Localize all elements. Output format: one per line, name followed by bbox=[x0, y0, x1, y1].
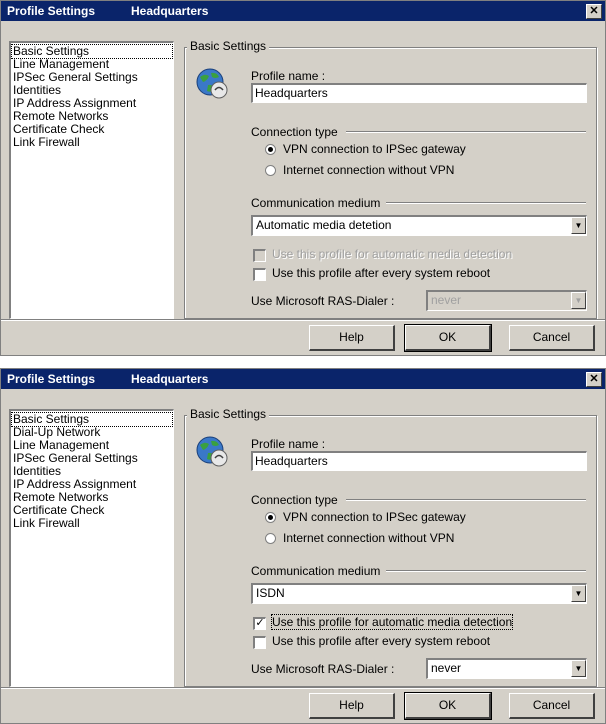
ras-dialer-select: never ▼ bbox=[426, 290, 587, 311]
connection-type-label: Connection type bbox=[251, 125, 338, 139]
ok-button[interactable]: OK bbox=[404, 692, 492, 720]
ras-dialer-value: never bbox=[431, 661, 462, 675]
profile-settings-dialog-2: Profile Settings Headquarters ✕ Basic Se… bbox=[0, 368, 606, 724]
ras-dialer-value: never bbox=[431, 293, 462, 307]
nav-item-link-firewall[interactable]: Link Firewall bbox=[12, 517, 172, 530]
profile-name-label: Profile name : bbox=[251, 69, 326, 83]
profile-name-input[interactable]: Headquarters bbox=[251, 451, 587, 471]
settings-nav-list[interactable]: Basic Settings Dial-Up Network Line Mana… bbox=[9, 409, 174, 687]
reboot-checkbox[interactable] bbox=[253, 636, 266, 649]
communication-medium-label: Communication medium bbox=[251, 564, 381, 578]
window-title: Profile Settings bbox=[7, 4, 96, 18]
nav-item-link-firewall[interactable]: Link Firewall bbox=[12, 136, 172, 149]
auto-media-label: Use this profile for automatic media det… bbox=[272, 247, 513, 261]
connection-type-divider bbox=[346, 131, 586, 133]
connection-type-divider bbox=[346, 499, 586, 501]
chevron-down-icon: ▼ bbox=[571, 292, 586, 309]
communication-medium-label: Communication medium bbox=[251, 196, 381, 210]
profile-name-input[interactable]: Headquarters bbox=[251, 83, 587, 103]
profile-settings-dialog-1: Profile Settings Headquarters ✕ Basic Se… bbox=[0, 0, 606, 356]
ras-dialer-select[interactable]: never ▼ bbox=[426, 658, 587, 679]
radio-internet[interactable] bbox=[265, 165, 276, 176]
reboot-label[interactable]: Use this profile after every system rebo… bbox=[272, 266, 490, 280]
profile-name-label: Profile name : bbox=[251, 437, 326, 451]
cancel-button[interactable]: Cancel bbox=[509, 693, 595, 719]
connection-type-label: Connection type bbox=[251, 493, 338, 507]
auto-media-checkbox bbox=[253, 249, 266, 262]
ras-dialer-label: Use Microsoft RAS-Dialer : bbox=[251, 662, 395, 676]
help-button[interactable]: Help bbox=[309, 693, 395, 719]
radio-vpn[interactable] bbox=[265, 512, 276, 523]
globe-network-icon bbox=[196, 68, 228, 99]
communication-medium-select[interactable]: ISDN ▼ bbox=[251, 583, 587, 604]
communication-medium-value: ISDN bbox=[256, 586, 285, 600]
cancel-button[interactable]: Cancel bbox=[509, 325, 595, 351]
radio-internet[interactable] bbox=[265, 533, 276, 544]
communication-medium-value: Automatic media detetion bbox=[256, 218, 392, 232]
button-bar-divider bbox=[1, 319, 605, 321]
close-button[interactable]: ✕ bbox=[586, 4, 602, 19]
reboot-label[interactable]: Use this profile after every system rebo… bbox=[272, 634, 490, 648]
radio-internet-label[interactable]: Internet connection without VPN bbox=[283, 163, 454, 177]
close-button[interactable]: ✕ bbox=[586, 372, 602, 387]
chevron-down-icon[interactable]: ▼ bbox=[571, 660, 586, 677]
panel-title: Basic Settings bbox=[187, 407, 270, 421]
help-button[interactable]: Help bbox=[309, 325, 395, 351]
radio-vpn[interactable] bbox=[265, 144, 276, 155]
radio-internet-label[interactable]: Internet connection without VPN bbox=[283, 531, 454, 545]
auto-media-label[interactable]: Use this profile for automatic media det… bbox=[270, 614, 514, 630]
title-bar: Profile Settings Headquarters ✕ bbox=[1, 1, 605, 21]
chevron-down-icon[interactable]: ▼ bbox=[571, 217, 586, 234]
chevron-down-icon[interactable]: ▼ bbox=[571, 585, 586, 602]
button-bar-divider bbox=[1, 687, 605, 689]
window-subtitle: Headquarters bbox=[131, 4, 209, 18]
title-bar: Profile Settings Headquarters ✕ bbox=[1, 369, 605, 389]
communication-medium-divider bbox=[386, 570, 586, 572]
window-subtitle: Headquarters bbox=[131, 372, 209, 386]
globe-network-icon bbox=[196, 436, 228, 467]
communication-medium-select[interactable]: Automatic media detetion ▼ bbox=[251, 215, 587, 236]
communication-medium-divider bbox=[386, 202, 586, 204]
reboot-checkbox[interactable] bbox=[253, 268, 266, 281]
radio-vpn-label[interactable]: VPN connection to IPSec gateway bbox=[283, 142, 466, 156]
panel-title: Basic Settings bbox=[187, 39, 270, 53]
window-title: Profile Settings bbox=[7, 372, 96, 386]
ok-button[interactable]: OK bbox=[404, 324, 492, 352]
radio-vpn-label[interactable]: VPN connection to IPSec gateway bbox=[283, 510, 466, 524]
auto-media-checkbox[interactable]: ✓ bbox=[253, 617, 266, 630]
settings-nav-list[interactable]: Basic Settings Line Management IPSec Gen… bbox=[9, 41, 174, 319]
ras-dialer-label: Use Microsoft RAS-Dialer : bbox=[251, 294, 395, 308]
